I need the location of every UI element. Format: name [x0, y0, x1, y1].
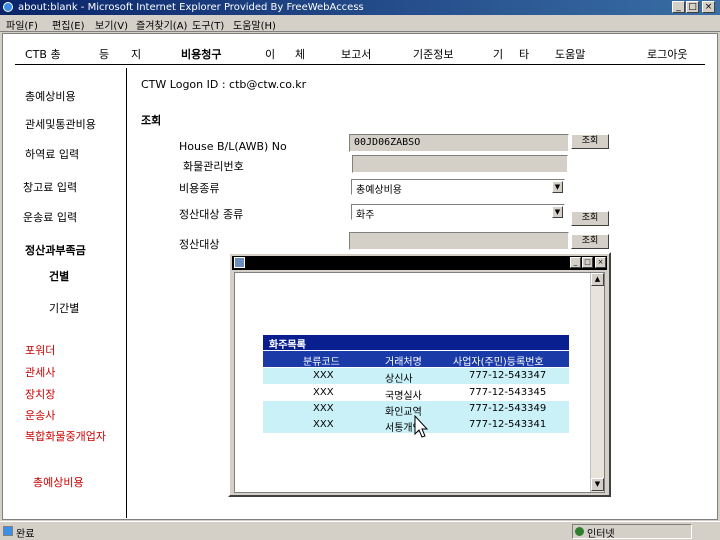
column-header-regno: 사업자(주민)등록번호: [453, 357, 544, 368]
ie-icon: [3, 2, 13, 12]
sidebar-item-multimodal[interactable]: 복합화물중개업자: [25, 428, 106, 444]
nav-divider: [15, 64, 705, 65]
sidebar-divider: [126, 68, 127, 518]
row-regno: 777-12-543341: [469, 419, 547, 430]
sidebar-item-per-period[interactable]: 기간별: [49, 300, 79, 316]
row-code: XXX: [313, 387, 334, 398]
sidebar-item-customs-broker[interactable]: 관세사: [25, 364, 55, 380]
nav-register-2[interactable]: 지: [131, 46, 141, 62]
close-button[interactable]: ×: [702, 1, 715, 13]
settle-type-value: 화주: [356, 210, 375, 221]
row-regno: 777-12-543347: [469, 370, 547, 381]
popup-table-title: 화주목록: [263, 335, 569, 351]
nav-etc-1[interactable]: 기: [493, 46, 503, 62]
nav-help[interactable]: 도움말: [555, 46, 585, 62]
nav-transfer-1[interactable]: 이: [265, 46, 275, 62]
minimize-button[interactable]: _: [672, 1, 685, 13]
settle-type-select[interactable]: 화주 ▼: [351, 204, 565, 221]
globe-icon: [575, 527, 584, 536]
sidebar-item-customs[interactable]: 관세및통관비용: [25, 116, 96, 132]
popup-scrollbar[interactable]: ▲ ▼: [590, 273, 604, 492]
menu-view[interactable]: 보기(V): [95, 17, 128, 32]
settle-type-label: 정산대상 종류: [179, 208, 244, 221]
nav-logout[interactable]: 로그아웃: [647, 46, 687, 62]
settle-type-lookup-button[interactable]: 조회: [571, 211, 609, 226]
menu-tools[interactable]: 도구(T): [192, 17, 224, 32]
status-text: 완료: [16, 529, 35, 540]
hbl-input[interactable]: 00JD06ZABSO: [349, 134, 569, 152]
cost-type-value: 총예상비용: [356, 185, 402, 196]
hbl-lookup-button[interactable]: 조회: [571, 134, 609, 149]
logon-id: CTW Logon ID : ctb@ctw.co.kr: [141, 78, 307, 91]
window-title: about:blank - Microsoft Internet Explore…: [18, 2, 364, 13]
nav-etc-2[interactable]: 타: [519, 46, 529, 62]
sidebar-item-forwarder[interactable]: 포워더: [25, 342, 55, 358]
sidebar-item-freight[interactable]: 운송료 입력: [23, 209, 77, 225]
window-icon: [234, 257, 245, 268]
column-header-name: 거래처명: [385, 357, 422, 368]
popup-maximize-button[interactable]: □: [582, 257, 593, 268]
window-title-bar[interactable]: about:blank - Microsoft Internet Explore…: [0, 0, 720, 15]
sidebar-item-carrier[interactable]: 운송사: [25, 407, 55, 423]
hbl-label: House B/L(AWB) No: [179, 140, 287, 153]
row-regno: 777-12-543345: [469, 387, 547, 398]
chevron-down-icon[interactable]: ▼: [552, 206, 563, 218]
nav-master-data[interactable]: 기준정보: [413, 46, 453, 62]
row-code: XXX: [313, 419, 334, 430]
cost-type-label: 비용종류: [179, 182, 220, 195]
sidebar-item-storage[interactable]: 장치장: [25, 386, 55, 402]
menu-help[interactable]: 도움말(H): [233, 17, 276, 32]
nav-reports[interactable]: 보고서: [341, 46, 371, 62]
nav-register-1[interactable]: 등: [99, 46, 109, 62]
cost-type-select[interactable]: 총예상비용 ▼: [351, 179, 565, 196]
status-bar: 완료 인터넷: [0, 521, 720, 540]
mouse-cursor-icon: [414, 415, 429, 438]
popup-title-bar[interactable]: _ □ ×: [232, 256, 607, 270]
table-header-row: 분류코드 거래처명 사업자(주민)등록번호: [263, 351, 569, 368]
security-zone: 인터넷: [572, 524, 692, 540]
cargo-number-label: 화물관리번호: [183, 160, 244, 173]
popup-window[interactable]: _ □ × 화주목록 분류코드 거래처명 사업자(주민)등록번호 XXX 상신사…: [228, 252, 611, 497]
popup-body: 화주목록 분류코드 거래처명 사업자(주민)등록번호 XXX 상신사 777-1…: [234, 272, 605, 493]
table-row[interactable]: XXX 상신사 777-12-543347: [263, 368, 569, 385]
scroll-down-icon[interactable]: ▼: [591, 478, 604, 491]
cargo-number-input[interactable]: [352, 155, 568, 173]
sidebar-item-per-case[interactable]: 건별: [49, 268, 69, 284]
section-title: 조회: [141, 114, 162, 127]
settle-target-input[interactable]: [349, 232, 569, 250]
sidebar-item-handling[interactable]: 하역료 입력: [25, 146, 79, 162]
sidebar-item-total-expected[interactable]: 총예상비용: [25, 88, 76, 104]
sidebar-item-warehouse[interactable]: 창고료 입력: [23, 179, 77, 195]
table-row[interactable]: XXX 국명실사 777-12-543345: [263, 385, 569, 402]
menu-file[interactable]: 파일(F): [6, 17, 38, 32]
page-status-icon: [3, 526, 13, 536]
row-code: XXX: [313, 403, 334, 414]
nav-transfer-2[interactable]: 체: [295, 46, 305, 62]
maximize-button[interactable]: □: [686, 1, 699, 13]
zone-label: 인터넷: [587, 529, 615, 540]
popup-minimize-button[interactable]: _: [570, 257, 581, 268]
menu-bar: 파일(F) 편집(E) 보기(V) 즐겨찾기(A) 도구(T) 도움말(H): [0, 15, 720, 32]
settle-target-label: 정산대상: [179, 238, 220, 251]
menu-edit[interactable]: 편집(E): [52, 17, 85, 32]
menu-favorites[interactable]: 즐겨찾기(A): [136, 17, 187, 32]
settle-target-lookup-button[interactable]: 조회: [571, 234, 609, 249]
row-code: XXX: [313, 370, 334, 381]
nav-ctb-total[interactable]: CTB 총: [25, 46, 61, 62]
scroll-up-icon[interactable]: ▲: [591, 273, 604, 286]
chevron-down-icon[interactable]: ▼: [552, 181, 563, 193]
popup-close-button[interactable]: ×: [595, 257, 606, 268]
nav-billing[interactable]: 비용청구: [181, 46, 221, 62]
row-name: 상신사: [385, 374, 413, 385]
sidebar-item-settlement[interactable]: 정산과부족금: [25, 242, 86, 258]
row-regno: 777-12-543349: [469, 403, 547, 414]
row-name: 국명실사: [385, 391, 422, 402]
column-header-code: 분류코드: [303, 357, 340, 368]
sidebar-item-total-expected-2[interactable]: 총예상비용: [33, 474, 84, 490]
